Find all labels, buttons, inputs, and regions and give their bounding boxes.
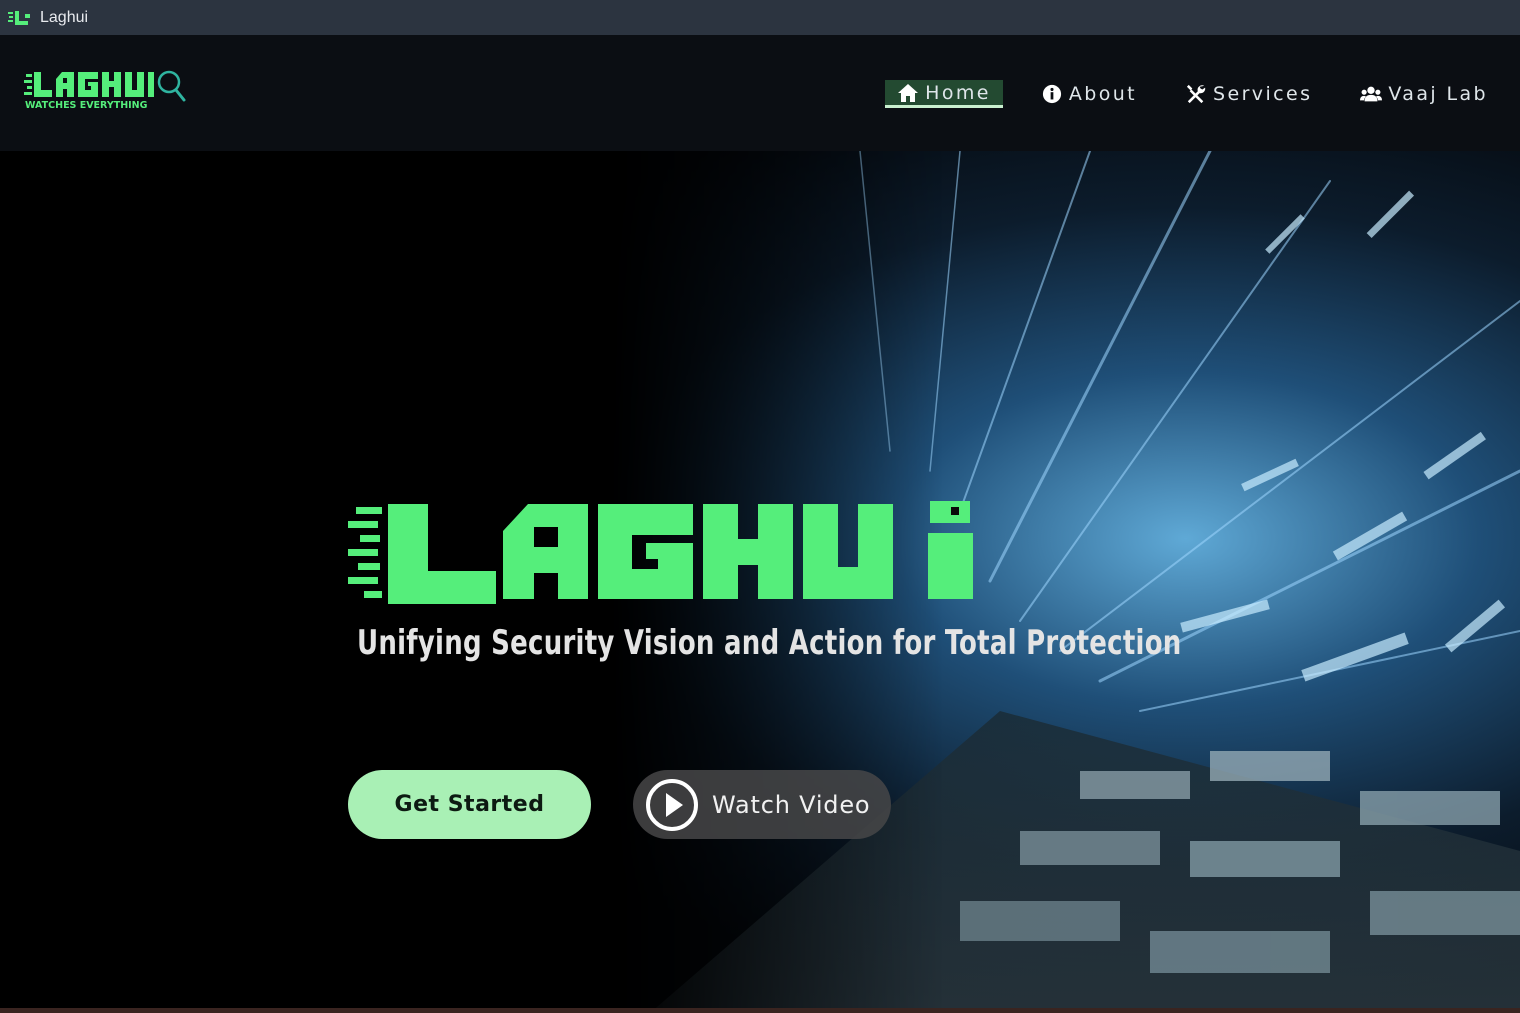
watch-video-label: Watch Video — [712, 790, 871, 819]
hero-logo — [348, 501, 973, 604]
nav-item-about[interactable]: About — [1031, 80, 1147, 108]
brand-logo[interactable]: WATCHES EVERYTHING — [24, 69, 186, 113]
tools-icon — [1186, 84, 1206, 104]
home-icon — [898, 83, 919, 102]
users-icon — [1360, 86, 1383, 102]
nav-label-about: About — [1068, 83, 1138, 105]
hero-section: Unifying Security Vision and Action for … — [0, 151, 1520, 1013]
nav-label-home: Home — [925, 81, 991, 104]
window-title: Laghui — [40, 8, 89, 26]
nav-item-vaaj-lab[interactable]: Vaaj Lab — [1350, 80, 1498, 108]
logo-tagline: WATCHES EVERYTHING — [25, 100, 148, 111]
nav-label-vaaj-lab: Vaaj Lab — [1388, 83, 1488, 105]
play-icon — [646, 778, 698, 831]
nav-item-services[interactable]: Services — [1175, 80, 1322, 108]
hero-tagline: Unifying Security Vision and Action for … — [357, 623, 1182, 663]
window-titlebar: Laghui — [0, 0, 1520, 35]
nav-label-services: Services — [1213, 83, 1313, 105]
site-header: WATCHES EVERYTHING Home About Services V… — [0, 35, 1520, 151]
app-icon — [8, 10, 30, 25]
nav-item-home[interactable]: Home — [885, 80, 1003, 108]
main-nav: Home About Services Vaaj Lab — [857, 80, 1498, 108]
watch-video-button[interactable]: Watch Video — [633, 770, 891, 839]
get-started-button[interactable]: Get Started — [348, 770, 591, 839]
info-icon — [1042, 84, 1061, 104]
bottom-divider — [0, 1008, 1520, 1013]
